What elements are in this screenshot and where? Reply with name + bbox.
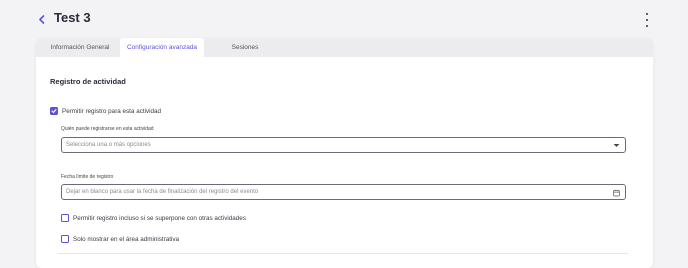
deadline-label: Fecha límite de registro [61,174,114,180]
allow-registration-label: Permitir registro para esta actividad [62,107,162,115]
divider [58,253,628,254]
allow-registration-checkbox[interactable]: Permitir registro para esta actividad [50,107,161,115]
tab-general-info[interactable]: Información General [40,38,120,57]
more-options-button[interactable] [641,13,653,27]
admin-only-checkbox[interactable]: Solo mostrar en el área administrativa [61,235,179,243]
checkbox-checked[interactable] [50,107,58,115]
top-bar: Test 3 [0,0,688,36]
tab-sessions[interactable]: Sesiones [204,38,286,57]
deadline-input[interactable]: Dejar en blanco para usar la fecha de fi… [61,184,626,200]
deadline-placeholder: Dejar en blanco para usar la fecha de fi… [66,189,259,195]
tab-bar: Información General Configuración avanza… [36,38,653,57]
section-title: Registro de actividad [50,77,126,86]
chevron-left-icon [38,14,44,24]
who-can-register-select[interactable]: Selecciona una o más opciones [61,137,626,153]
admin-only-label: Solo mostrar en el área administrativa [73,235,180,243]
tab-advanced-config[interactable]: Configuración avanzada [120,38,204,57]
allow-overlap-checkbox[interactable]: Permitir registro incluso si se superpon… [61,214,246,222]
page-title: Test 3 [54,10,91,25]
allow-overlap-label: Permitir registro incluso si se superpon… [73,214,246,222]
checkbox-unchecked[interactable] [61,235,69,243]
checkbox-unchecked[interactable] [61,214,69,222]
who-can-register-placeholder: Selecciona una o más opciones [66,142,151,148]
who-can-register-label: Quién puede registrarse en esta activida… [61,126,154,132]
calendar-icon[interactable] [613,189,620,196]
check-icon [51,108,57,114]
kebab-icon [646,13,648,15]
settings-card: Información General Configuración avanza… [36,38,653,268]
chevron-down-icon [613,142,620,149]
back-button[interactable] [34,12,48,26]
